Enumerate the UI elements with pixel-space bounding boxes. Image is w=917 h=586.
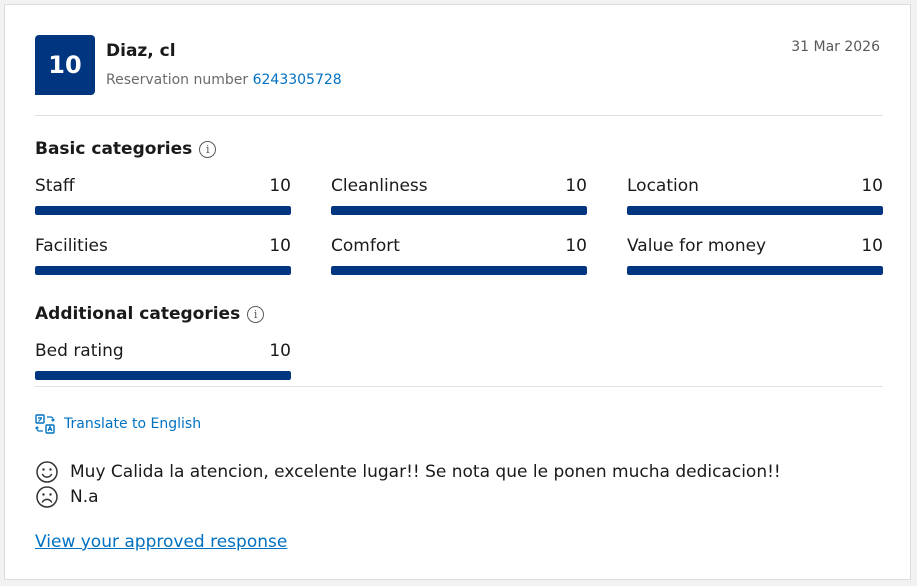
reservation-number-link[interactable]: 6243305728: [253, 72, 342, 88]
review-date: 31 Mar 2026: [791, 39, 880, 55]
categories-divider: [35, 386, 883, 387]
category-value: 10: [269, 176, 291, 196]
category-bar-fill: [627, 266, 883, 275]
negative-review: N.a: [35, 485, 99, 509]
frowning-face-icon: [36, 486, 58, 508]
category-value: 10: [861, 176, 883, 196]
category-value-for-money: Value for money 10: [627, 236, 883, 276]
category-bar-fill: [627, 206, 883, 215]
additional-categories-label: Additional categories: [35, 304, 241, 324]
category-bar-fill: [331, 206, 587, 215]
basic-categories-title: Basic categories i: [35, 139, 217, 159]
category-label: Cleanliness: [331, 176, 428, 196]
category-bar-fill: [35, 266, 291, 275]
category-label: Facilities: [35, 236, 108, 256]
negative-text: N.a: [70, 487, 99, 507]
score-badge: 10: [35, 35, 95, 95]
category-value: 10: [269, 341, 291, 361]
basic-categories-grid: Staff 10 Cleanliness 10 Location 10 Facilit…: [35, 176, 883, 276]
positive-review: Muy Calida la atencion, excelente lugar!…: [35, 460, 781, 484]
header-divider: [35, 115, 883, 116]
score-value: 10: [48, 51, 82, 79]
basic-categories-label: Basic categories: [35, 139, 193, 159]
category-comfort: Comfort 10: [331, 236, 587, 276]
translate-icon: [35, 414, 55, 434]
category-value: 10: [565, 176, 587, 196]
category-bar-fill: [331, 266, 587, 275]
guest-name: Diaz, cl: [106, 41, 176, 61]
reservation-line: Reservation number 6243305728: [106, 72, 342, 88]
additional-categories-title: Additional categories i: [35, 304, 265, 324]
category-label: Value for money: [627, 236, 767, 256]
category-bar: [35, 206, 291, 215]
category-staff: Staff 10: [35, 176, 291, 216]
additional-categories-grid: Bed rating 10: [35, 341, 883, 381]
category-bar: [331, 266, 587, 275]
translate-button[interactable]: Translate to English: [35, 414, 201, 434]
reservation-label: Reservation number: [106, 72, 249, 88]
category-bar: [35, 371, 291, 380]
category-value: 10: [269, 236, 291, 256]
category-label: Staff: [35, 176, 75, 196]
info-icon[interactable]: i: [199, 140, 217, 158]
view-approved-response-link[interactable]: View your approved response: [35, 532, 287, 552]
category-bar: [331, 206, 587, 215]
category-label: Bed rating: [35, 341, 124, 361]
review-card: 10 Diaz, cl Reservation number 624330572…: [4, 4, 911, 580]
positive-text: Muy Calida la atencion, excelente lugar!…: [70, 462, 781, 482]
category-facilities: Facilities 10: [35, 236, 291, 276]
review-header: 10 Diaz, cl Reservation number 624330572…: [35, 35, 880, 95]
smiley-face-icon: [36, 461, 58, 483]
category-label: Location: [627, 176, 699, 196]
translate-label: Translate to English: [64, 416, 202, 432]
category-bar: [627, 266, 883, 275]
category-bar-fill: [35, 206, 291, 215]
category-bar-fill: [35, 371, 291, 380]
category-value: 10: [861, 236, 883, 256]
category-bar: [627, 206, 883, 215]
info-icon[interactable]: i: [247, 305, 265, 323]
category-bar: [35, 266, 291, 275]
category-cleanliness: Cleanliness 10: [331, 176, 587, 216]
category-label: Comfort: [331, 236, 400, 256]
category-location: Location 10: [627, 176, 883, 216]
category-value: 10: [565, 236, 587, 256]
category-bed-rating: Bed rating 10: [35, 341, 291, 381]
